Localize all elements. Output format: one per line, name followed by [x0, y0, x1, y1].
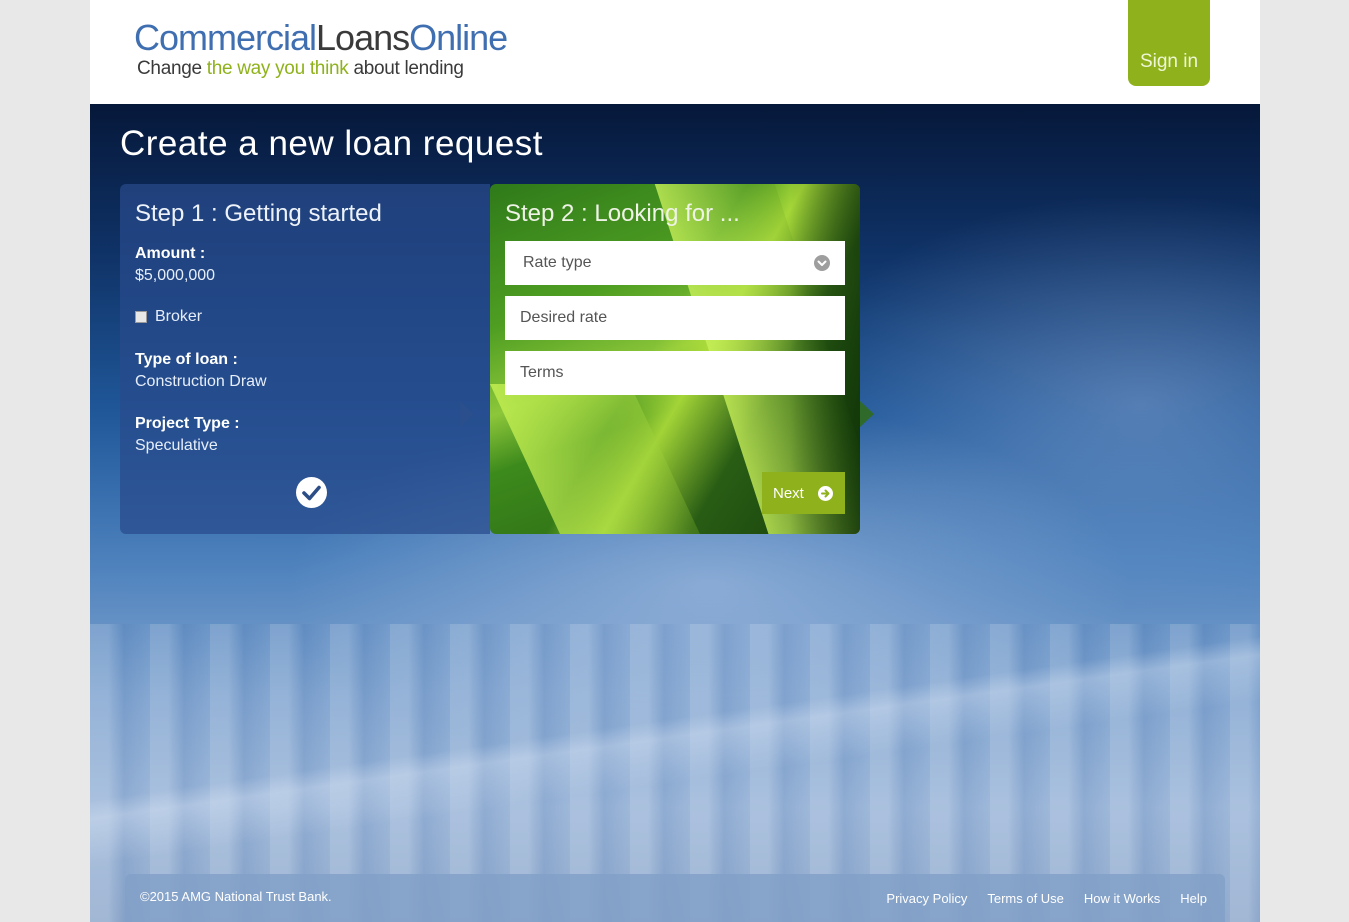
broker-checkbox[interactable] — [135, 311, 147, 323]
step1-arrow-icon — [460, 401, 474, 427]
copyright: ©2015 AMG National Trust Bank. — [140, 889, 332, 904]
arrow-right-glyph — [821, 489, 830, 498]
tagline-part2: the way you think — [206, 58, 349, 79]
step2-arrow-icon — [860, 401, 874, 427]
page: CommercialLoansOnline Change the way you… — [90, 0, 1260, 922]
footer-link-terms-of-use[interactable]: Terms of Use — [987, 891, 1064, 906]
rate-type-select[interactable]: Rate type — [505, 241, 845, 285]
checkmark-circle-icon — [296, 477, 327, 508]
loan-type-label: Type of loan : — [135, 351, 238, 368]
desired-rate-input[interactable]: Desired rate — [505, 296, 845, 340]
broker-checkbox-row[interactable]: Broker — [135, 308, 202, 326]
page-title: Create a new loan request — [120, 124, 544, 163]
footer-links: Privacy Policy Terms of Use How it Works… — [886, 891, 1207, 906]
logo-word-commercial: Commercial — [134, 17, 317, 58]
checkmark-icon — [302, 485, 321, 501]
logo-tagline: Change the way you think about lending — [137, 58, 507, 80]
logo-title: CommercialLoansOnline — [134, 17, 508, 58]
footer-link-help[interactable]: Help — [1180, 891, 1207, 906]
project-type-value: Speculative — [135, 437, 218, 454]
footer-link-privacy-policy[interactable]: Privacy Policy — [886, 891, 967, 906]
project-type-label: Project Type : — [135, 415, 240, 432]
amount-label: Amount : — [135, 245, 206, 262]
logo-word-loans: Loans — [316, 17, 410, 58]
next-label: Next — [773, 484, 804, 502]
amount-value: $5,000,000 — [135, 267, 216, 284]
step1-panel: Step 1 : Getting started Amount : $5,000… — [120, 184, 490, 534]
tagline-part1: Change — [137, 58, 207, 79]
chevron-down-glyph — [817, 260, 827, 266]
footer-link-how-it-works[interactable]: How it Works — [1084, 891, 1160, 906]
step1-title: Step 1 : Getting started — [135, 200, 382, 227]
logo[interactable]: CommercialLoansOnline Change the way you… — [134, 17, 508, 80]
broker-label: Broker — [155, 308, 203, 325]
desired-rate-placeholder: Desired rate — [520, 309, 608, 326]
next-button[interactable]: Next — [762, 472, 845, 514]
loan-type-value: Construction Draw — [135, 373, 267, 390]
header: CommercialLoansOnline Change the way you… — [90, 0, 1260, 104]
footer: ©2015 AMG National Trust Bank. Privacy P… — [125, 874, 1225, 922]
step2-title: Step 2 : Looking for ... — [505, 200, 740, 227]
arrow-right-circle-icon — [818, 486, 833, 501]
hero-background: Create a new loan request Step 1 : Getti… — [90, 104, 1260, 922]
terms-input[interactable]: Terms — [505, 351, 845, 395]
chevron-down-icon[interactable] — [814, 255, 830, 271]
sign-in-button[interactable]: Sign in — [1128, 0, 1210, 86]
leaf-decoration — [490, 384, 724, 534]
logo-word-online: Online — [409, 17, 508, 58]
terms-placeholder: Terms — [520, 364, 564, 381]
rate-type-placeholder: Rate type — [523, 254, 592, 271]
step2-panel: Step 2 : Looking for ... Rate type Desir… — [490, 184, 860, 534]
tagline-part3: about lending — [348, 58, 464, 79]
